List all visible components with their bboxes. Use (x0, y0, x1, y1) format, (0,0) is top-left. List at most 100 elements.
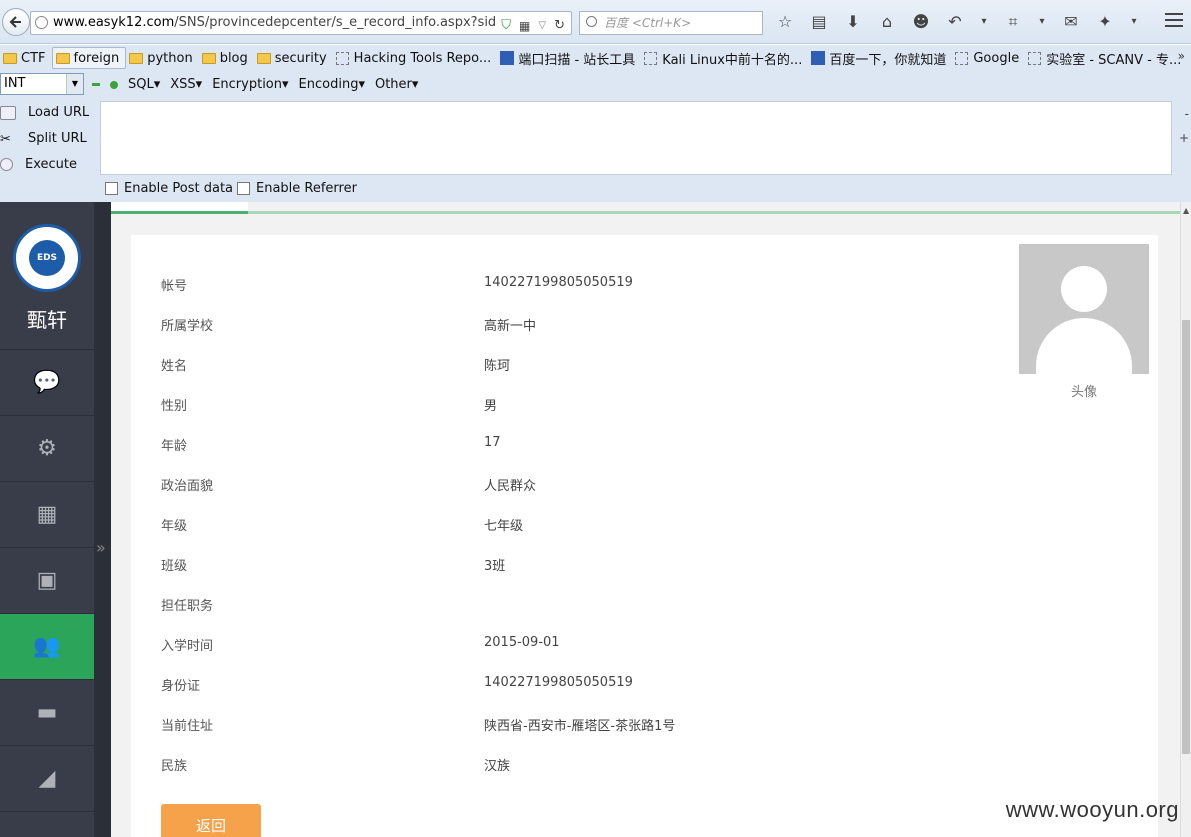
sidebar-item[interactable]: ▣ (0, 548, 94, 614)
scrollbar-thumb[interactable] (1182, 320, 1190, 754)
hackbar-menu-item[interactable]: XSS▾ (170, 77, 202, 92)
sidebar: EDS 甄轩 💬 ⚙ ▦ ▣ 👥 ▬ ◢ (0, 202, 94, 837)
browser-navbar: www.easyk12.com/SNS/provincedepcenter/s_… (0, 0, 1191, 44)
bookmark-item[interactable]: blog (199, 47, 254, 69)
search-icon (586, 16, 597, 27)
dropdown-arrow-icon[interactable]: ▽ (538, 15, 546, 34)
plus-icon[interactable] (110, 80, 118, 89)
back-button[interactable]: 返回 (161, 804, 261, 837)
building-icon: ▣ (36, 568, 58, 593)
chat-icon[interactable]: ✉ (1061, 12, 1081, 32)
enable-referrer-checkbox[interactable]: Enable Referrer (237, 181, 357, 196)
split-url-button[interactable]: ✂ Split URL (0, 131, 87, 147)
checkbox-icon (237, 182, 250, 195)
shrink-icon[interactable]: - (1185, 107, 1189, 121)
search-placeholder: 百度 <Ctrl+K> (604, 16, 692, 30)
field-value: 140227199805050519 (484, 675, 633, 690)
sidebar-item[interactable]: ▬ (0, 680, 94, 746)
sidebar-collapse-toggle[interactable]: » (94, 202, 111, 837)
url-textarea[interactable] (100, 101, 1172, 175)
site-icon (500, 51, 515, 65)
chevron-down-icon[interactable]: ▾ (1037, 12, 1047, 32)
hackbar-menu-item[interactable]: SQL▾ (128, 77, 160, 92)
execute-label: Execute (25, 157, 77, 172)
student-record-card: 帐号 140227199805050519 所属学校 高新一中 姓名 陈珂 性别 男年龄 17 政… (131, 235, 1158, 837)
qr-code-icon[interactable]: ▦ (519, 15, 530, 34)
reading-list-icon[interactable]: ▤ (809, 12, 829, 32)
sidebar-item[interactable]: 👥 (0, 614, 94, 680)
bookmark-item[interactable]: security (254, 47, 333, 69)
field-label: 当前住址 (161, 719, 214, 734)
split-url-label: Split URL (28, 131, 87, 146)
scroll-up-icon[interactable]: ▲ (1183, 206, 1189, 215)
field-label: 入学时间 (161, 639, 214, 654)
download-icon[interactable]: ⬇ (843, 12, 863, 32)
hackbar-menu-item[interactable]: Encryption▾ (212, 77, 288, 92)
hackbar-menu-item[interactable]: Other▾ (375, 77, 418, 92)
load-url-button[interactable]: Load URL (0, 105, 89, 120)
field-label: 班级 (161, 559, 188, 574)
bookmark-label: 实验室 - SCANV - 专... (1046, 52, 1182, 68)
reload-icon[interactable]: ↻ (554, 15, 565, 34)
minus-icon[interactable] (92, 83, 100, 86)
folder-icon (201, 52, 216, 64)
smiley-icon[interactable]: ☻ (911, 12, 931, 32)
bookmark-item[interactable]: 端口扫描 - 站长工具 (497, 47, 641, 69)
page-content: EDS 甄轩 💬 ⚙ ▦ ▣ 👥 ▬ ◢ » 帐号 140227199805050519 所属学… (0, 202, 1191, 837)
sidebar-item[interactable]: ◢ (0, 746, 94, 812)
group-icon: 👥 (33, 634, 61, 659)
field-label: 担任职务 (161, 599, 214, 614)
star-icon[interactable]: ☆ (775, 12, 795, 32)
hackbar-menu-item[interactable]: Encoding▾ (299, 77, 365, 92)
sidebar-item[interactable]: ▦ (0, 482, 94, 548)
home-icon[interactable]: ⌂ (877, 12, 897, 32)
bookmark-item[interactable]: 实验室 - SCANV - 专... (1025, 47, 1187, 69)
sidebar-item[interactable]: ⚙ (0, 416, 94, 482)
crop-icon[interactable]: ⌗ (1003, 12, 1023, 32)
bookmark-item[interactable]: foreign (51, 47, 127, 69)
load-icon (0, 105, 16, 120)
page-icon (335, 51, 349, 65)
chevron-down-icon: ▼ (66, 74, 83, 94)
bookmark-item[interactable]: Kali Linux中前十名的... (641, 47, 808, 69)
chevron-down-icon[interactable]: ▾ (1129, 12, 1139, 32)
url-host: www.easyk12.com (53, 15, 175, 30)
page-icon (644, 51, 658, 65)
folder-icon (3, 52, 17, 64)
undo-icon[interactable]: ↶ (945, 12, 965, 32)
field-value: 七年级 (484, 519, 524, 534)
field-label: 年龄 (161, 439, 188, 454)
bookmark-item[interactable]: Hacking Tools Repo... (333, 47, 498, 69)
bookmarks-overflow-icon[interactable]: » (1178, 49, 1185, 63)
field-value: 140227199805050519 (484, 275, 633, 290)
hamburger-menu-icon[interactable] (1165, 13, 1183, 29)
bookmark-item[interactable]: 百度一下，你就知道 (808, 47, 952, 69)
field-label: 身份证 (161, 679, 201, 694)
avatar-placeholder-icon (1061, 266, 1107, 312)
execute-button[interactable]: Execute (0, 157, 77, 172)
expand-icon[interactable]: + (1179, 131, 1189, 145)
calendar-icon: ▦ (36, 502, 58, 527)
field-label: 帐号 (161, 279, 188, 294)
page-scrollbar[interactable]: ▲ (1180, 202, 1191, 837)
hackbar-panel: INT ▼ SQL▾ XSS▾ Encryption▾ Encoding▾ Other▾… (0, 71, 1191, 202)
folder-icon (129, 52, 144, 64)
encoding-select[interactable]: INT ▼ (0, 73, 84, 95)
shield-icon[interactable]: ⛉ (501, 15, 511, 34)
url-path: /SNS/provincedepcenter/s_e_record_info.a… (174, 15, 541, 30)
url-bar[interactable]: www.easyk12.com/SNS/provincedepcenter/s_… (30, 11, 572, 35)
chevron-down-icon[interactable]: ▾ (979, 12, 989, 32)
extension-icon[interactable]: ✦ (1095, 12, 1115, 32)
enable-post-label: Enable Post data (124, 181, 234, 196)
enable-post-checkbox[interactable]: Enable Post data (105, 181, 233, 196)
bookmark-item[interactable]: python (126, 47, 198, 69)
bookmark-item[interactable]: Google (952, 47, 1025, 69)
sidebar-item[interactable]: 💬 (0, 350, 94, 416)
back-nav-button[interactable] (2, 8, 30, 36)
field-value: 17 (484, 435, 501, 450)
bookmark-item[interactable]: CTF (0, 47, 52, 69)
logo-text: EDS (29, 240, 65, 276)
baidu-icon (811, 51, 826, 65)
field-label: 政治面貌 (161, 479, 214, 494)
search-input[interactable]: 百度 <Ctrl+K> (579, 11, 763, 35)
